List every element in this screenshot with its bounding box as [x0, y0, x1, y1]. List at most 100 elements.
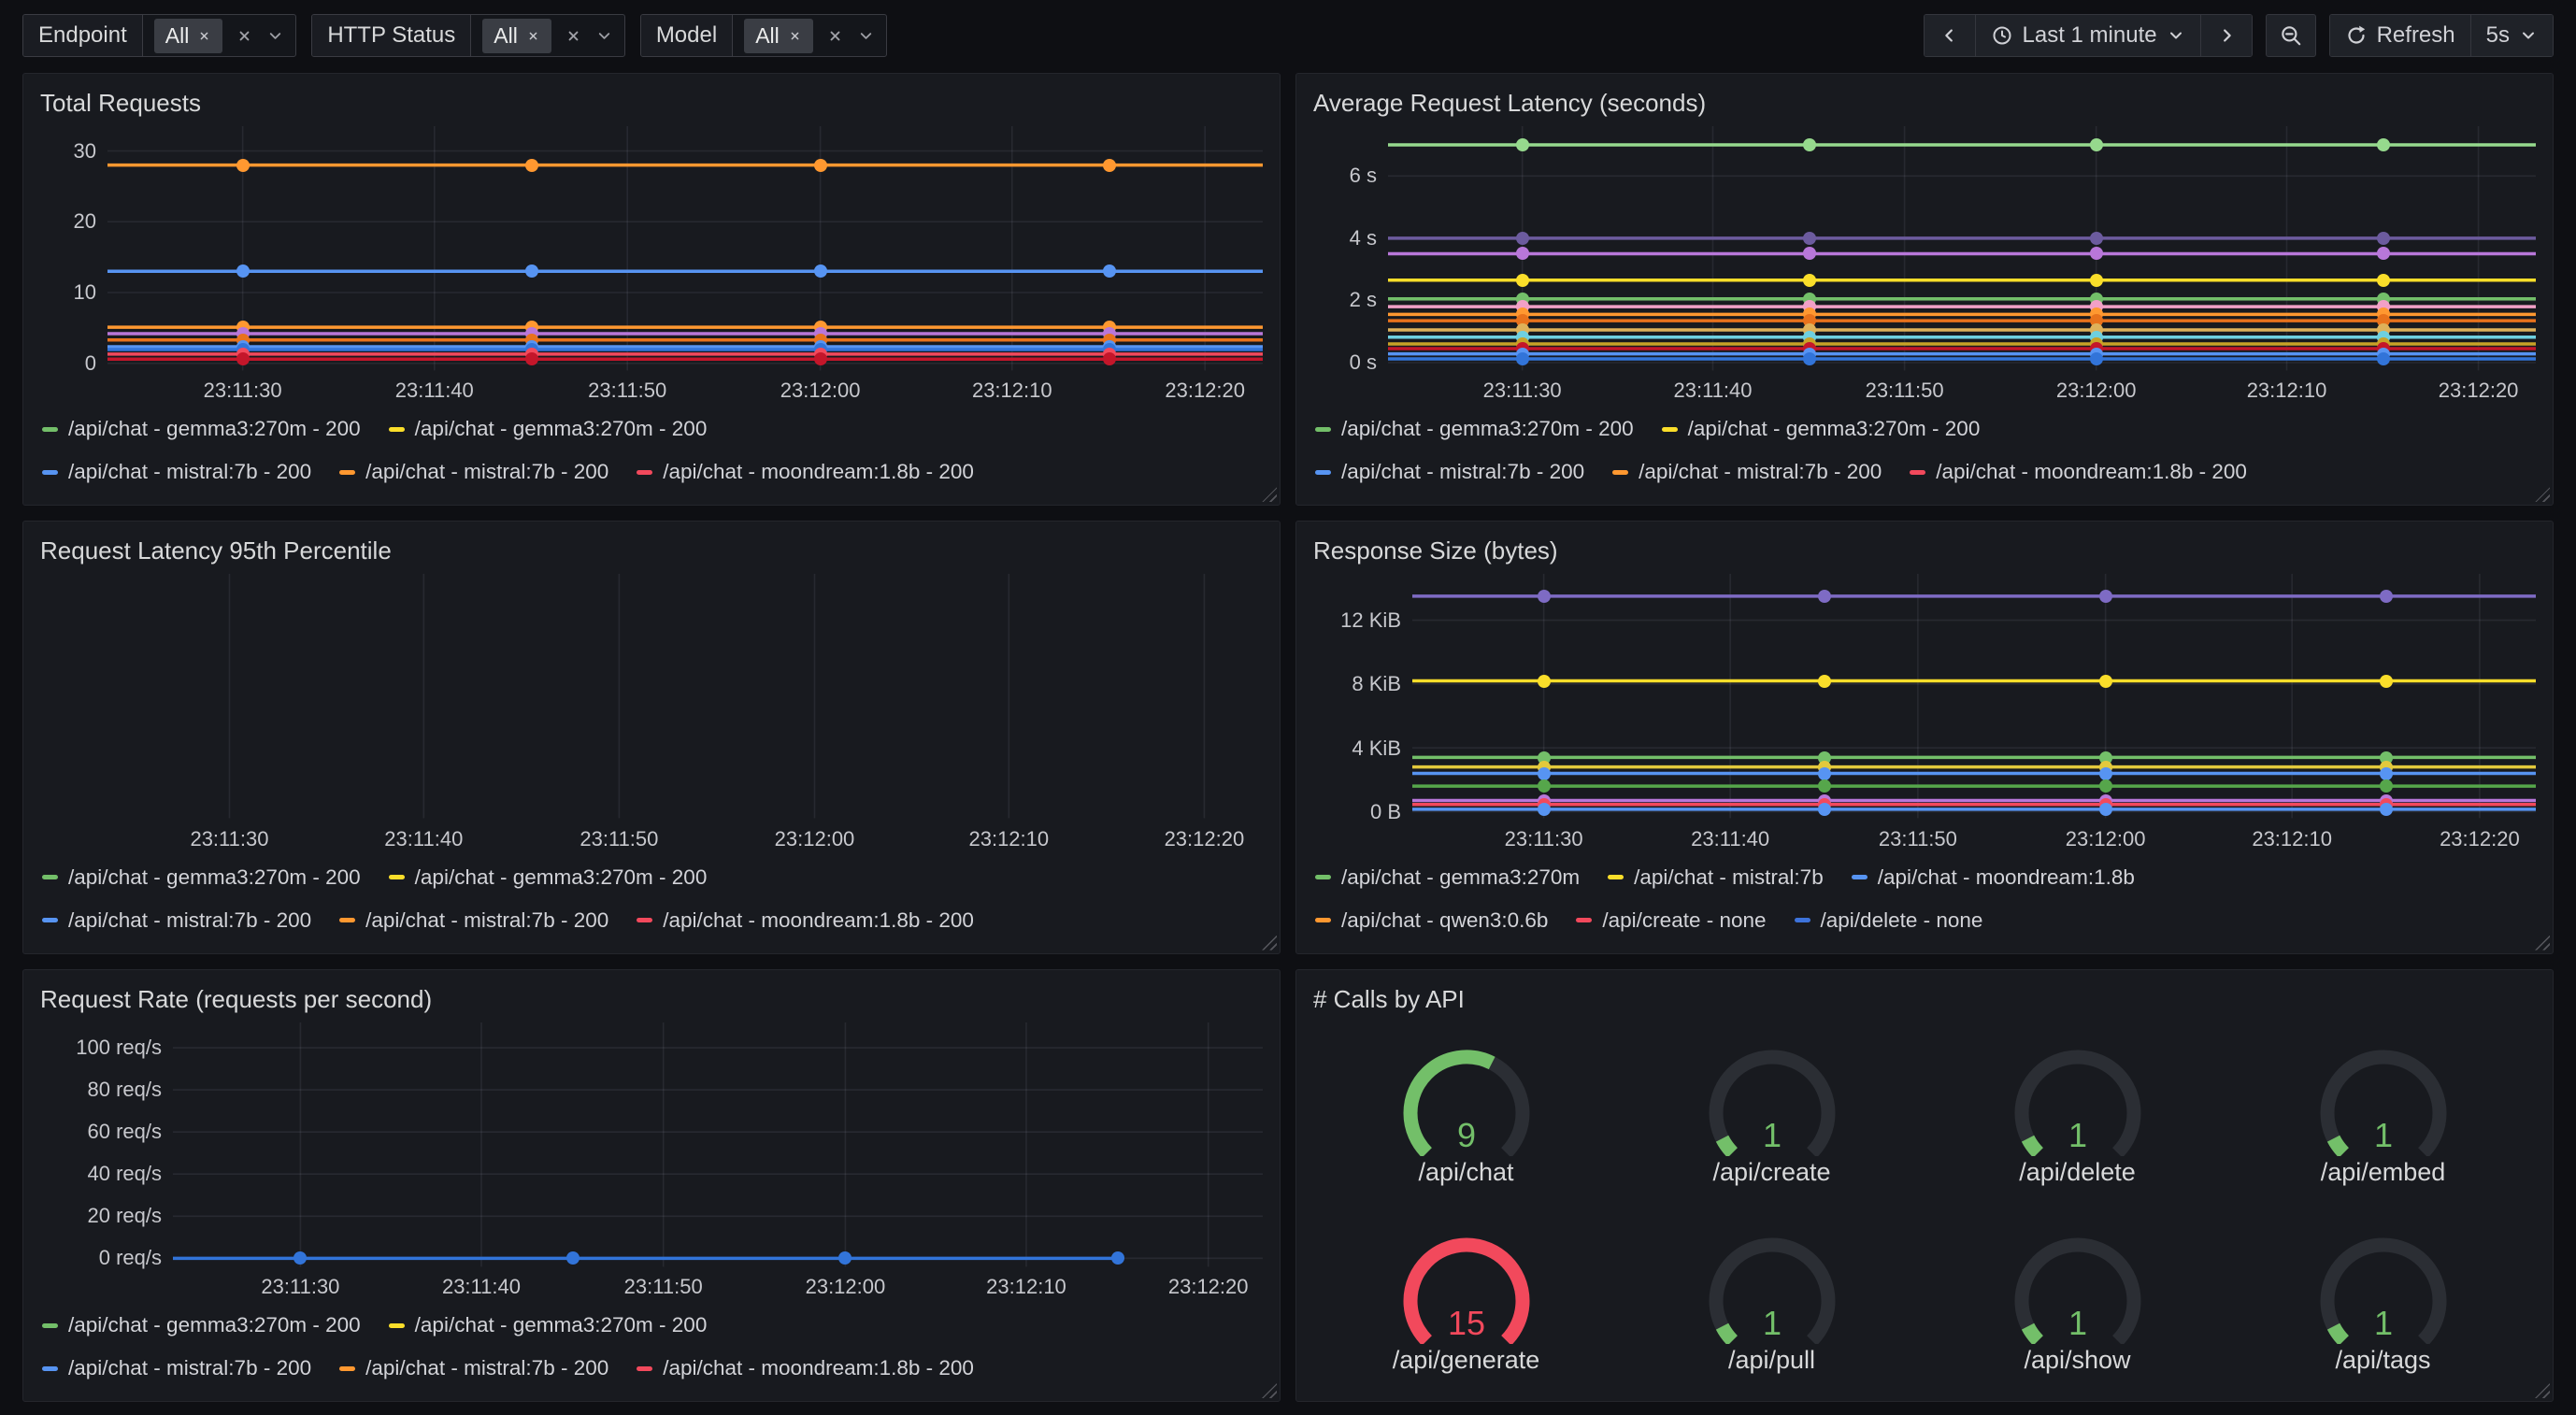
time-shift-forward-button[interactable] — [2200, 15, 2252, 56]
legend-item[interactable]: /api/chat - mistral:7b - 200 — [42, 1356, 311, 1380]
panel-resize-handle[interactable] — [1262, 936, 1277, 950]
filter-value-dropdown[interactable]: All — [733, 15, 886, 56]
y-tick-label: 100 req/s — [76, 1036, 162, 1060]
gauge-arc: 1 — [2001, 1036, 2154, 1156]
legend-item[interactable]: /api/chat - moondream:1.8b - 200 — [637, 908, 974, 933]
legend-item[interactable]: /api/chat - mistral:7b - 200 — [42, 460, 311, 484]
legend-item[interactable]: /api/chat - gemma3:270m - 200 — [389, 865, 708, 890]
close-icon[interactable] — [788, 29, 802, 43]
legend-item[interactable]: /api/chat - moondream:1.8b - 200 — [1910, 460, 2247, 484]
chevron-down-icon[interactable] — [857, 27, 875, 45]
legend-item[interactable]: /api/chat - gemma3:270m - 200 — [389, 417, 708, 441]
legend-item[interactable]: /api/chat - mistral:7b - 200 — [1612, 460, 1882, 484]
filter-endpoint: EndpointAll — [22, 14, 296, 57]
time-shift-back-button[interactable] — [1925, 15, 1975, 56]
gauge-label: /api/chat — [1418, 1158, 1513, 1187]
legend-row: /api/chat - gemma3:270m/api/chat - mistr… — [1315, 856, 2536, 899]
filter-value-dropdown[interactable]: All — [143, 15, 296, 56]
close-icon[interactable] — [526, 29, 540, 43]
legend-item[interactable]: /api/chat - mistral:7b - 200 — [339, 460, 608, 484]
legend-series-label: /api/chat - gemma3:270m - 200 — [415, 417, 708, 441]
filter-selected-pill[interactable]: All — [154, 19, 223, 53]
legend-series-color — [389, 875, 405, 879]
legend-item[interactable]: /api/chat - qwen3:0.6b — [1315, 908, 1548, 933]
chevron-down-icon[interactable] — [595, 27, 613, 45]
panel-title[interactable]: Response Size (bytes) — [1313, 533, 2536, 570]
panel-title[interactable]: # Calls by API — [1313, 981, 2536, 1019]
refresh-interval-label: 5s — [2486, 22, 2510, 49]
x-tick-label: 23:11:40 — [442, 1275, 521, 1299]
panel-resize-handle[interactable] — [2535, 936, 2550, 950]
panel-resize-handle[interactable] — [1262, 487, 1277, 502]
legend-item[interactable]: /api/chat - moondream:1.8b - 200 — [637, 460, 974, 484]
gauge-label: /api/pull — [1728, 1346, 1815, 1375]
panel-title[interactable]: Total Requests — [40, 85, 1263, 122]
clear-filter-icon[interactable] — [236, 27, 253, 45]
filter-selected-pill[interactable]: All — [482, 19, 551, 53]
panel-resize-handle[interactable] — [2535, 487, 2550, 502]
legend-item[interactable]: /api/chat - mistral:7b - 200 — [42, 908, 311, 933]
legend-item[interactable]: /api/chat - gemma3:270m - 200 — [1662, 417, 1981, 441]
panel-resize-handle[interactable] — [2535, 1383, 2550, 1398]
filter-label: Model — [641, 15, 733, 56]
panel-grid: Total Requests010203023:11:3023:11:4023:… — [0, 58, 2576, 1415]
refresh-interval-button[interactable]: 5s — [2470, 15, 2553, 56]
refresh-button[interactable]: Refresh — [2330, 15, 2470, 56]
legend-series-label: /api/chat - gemma3:270m - 200 — [1341, 417, 1634, 441]
legend-item[interactable]: /api/chat - gemma3:270m - 200 — [1315, 417, 1634, 441]
legend-item[interactable]: /api/chat - moondream:1.8b — [1852, 865, 2135, 890]
time-range-picker-button[interactable]: Last 1 minute — [1975, 15, 2200, 56]
gauge-arc: 1 — [1696, 1036, 1849, 1156]
legend-series-color — [1315, 918, 1331, 922]
panel-title[interactable]: Request Rate (requests per second) — [40, 981, 1263, 1019]
legend-item[interactable]: /api/create - none — [1576, 908, 1766, 933]
y-tick-label: 40 req/s — [88, 1162, 163, 1186]
y-axis — [40, 574, 93, 818]
legend-series-label: /api/chat - mistral:7b - 200 — [365, 1356, 608, 1380]
chevron-down-icon[interactable] — [266, 27, 284, 45]
panel-title[interactable]: Request Latency 95th Percentile — [40, 533, 1263, 570]
legend-row: /api/chat - gemma3:270m - 200/api/chat -… — [42, 1304, 1263, 1347]
legend-series-color — [1612, 470, 1628, 475]
refresh-group: Refresh 5s — [2329, 14, 2554, 57]
panel-resize-handle[interactable] — [1262, 1383, 1277, 1398]
legend-series-color — [339, 1366, 355, 1371]
clear-filter-icon[interactable] — [565, 27, 582, 45]
legend-item[interactable]: /api/chat - mistral:7b - 200 — [339, 1356, 608, 1380]
panel-total-requests: Total Requests010203023:11:3023:11:4023:… — [22, 73, 1281, 506]
gauge-api-create: 1/api/create — [1619, 1019, 1925, 1207]
legend-item[interactable]: /api/chat - mistral:7b — [1608, 865, 1824, 890]
legend-item[interactable]: /api/chat - gemma3:270m — [1315, 865, 1580, 890]
legend-item[interactable]: /api/chat - gemma3:270m - 200 — [42, 1313, 361, 1337]
legend-row: /api/chat - mistral:7b - 200/api/chat - … — [42, 450, 1263, 493]
y-axis: 0 B4 KiB8 KiB12 KiB — [1313, 574, 1412, 818]
chart-legend: /api/chat - gemma3:270m - 200/api/chat -… — [40, 406, 1263, 497]
zoom-out-button[interactable] — [2266, 14, 2316, 57]
x-tick-label: 23:11:50 — [588, 379, 666, 403]
legend-series-color — [1608, 875, 1624, 879]
y-tick-label: 6 s — [1350, 164, 1377, 188]
x-tick-label: 23:12:10 — [968, 827, 1049, 851]
legend-item[interactable]: /api/delete - none — [1795, 908, 1983, 933]
gauge-value: 9 — [1456, 1116, 1475, 1154]
close-icon[interactable] — [197, 29, 211, 43]
gauge-api-chat: 9/api/chat — [1313, 1019, 1619, 1207]
panel-title[interactable]: Average Request Latency (seconds) — [1313, 85, 2536, 122]
legend-item[interactable]: /api/chat - mistral:7b - 200 — [339, 908, 608, 933]
legend-series-label: /api/chat - mistral:7b - 200 — [365, 908, 608, 933]
filter-value-dropdown[interactable]: All — [471, 15, 624, 56]
filter-selected-pill[interactable]: All — [744, 19, 813, 53]
legend-item[interactable]: /api/chat - gemma3:270m - 200 — [42, 417, 361, 441]
x-tick-label: 23:11:30 — [1505, 827, 1583, 851]
legend-item[interactable]: /api/chat - moondream:1.8b - 200 — [637, 1356, 974, 1380]
legend-item[interactable]: /api/chat - mistral:7b - 200 — [1315, 460, 1584, 484]
chart-area: 0 req/s20 req/s40 req/s60 req/s80 req/s1… — [40, 1022, 1263, 1266]
clear-filter-icon[interactable] — [826, 27, 844, 45]
chevron-down-icon — [2167, 26, 2185, 45]
gauge-label: /api/create — [1712, 1158, 1830, 1187]
legend-series-color — [389, 427, 405, 432]
legend-item[interactable]: /api/chat - gemma3:270m - 200 — [389, 1313, 708, 1337]
legend-item[interactable]: /api/chat - gemma3:270m - 200 — [42, 865, 361, 890]
panel-calls-by-api: # Calls by API9/api/chat1/api/create1/ap… — [1295, 969, 2554, 1402]
x-axis: 23:11:3023:11:4023:11:5023:12:0023:12:10… — [173, 1266, 1263, 1302]
